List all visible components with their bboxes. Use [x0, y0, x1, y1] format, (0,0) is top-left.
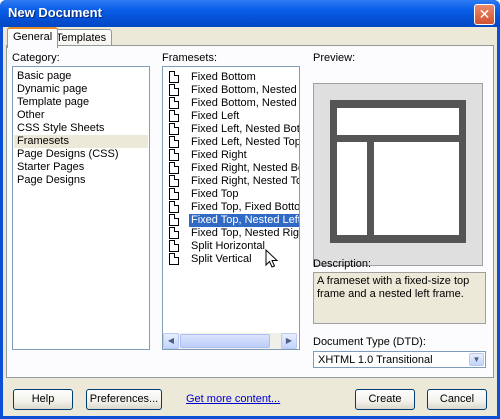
document-icon [169, 136, 179, 148]
framesets-listbox[interactable]: Fixed Bottom Fixed Bottom, Nested Left F… [162, 66, 300, 350]
description-label: Description: [313, 258, 372, 270]
category-item[interactable]: Starter Pages [17, 161, 84, 174]
general-tab-panel: Category: Basic page Dynamic page Templa… [6, 45, 494, 378]
category-item[interactable]: Page Designs (CSS) [17, 148, 119, 161]
frameset-item-label: Fixed Top, Nested Left [189, 214, 299, 227]
tab-general-label: General [13, 31, 53, 43]
document-icon [169, 201, 179, 213]
frameset-item[interactable]: Fixed Top, Fixed Bottom [165, 201, 300, 214]
frameset-item-label: Fixed Left [191, 110, 240, 122]
get-more-content-link[interactable]: Get more content... [186, 393, 280, 405]
frameset-item-label: Fixed Right [191, 149, 247, 161]
frameset-item-label: Fixed Left, Nested Bottom [191, 123, 300, 135]
frameset-item-label: Fixed Right, Nested Bottom [191, 162, 299, 174]
document-icon [169, 175, 179, 187]
category-item[interactable]: Template page [17, 96, 89, 109]
frameset-item-label: Fixed Bottom, Nested Left [191, 84, 299, 96]
frameset-item-label: Split Vertical [191, 253, 252, 265]
preview-left-frame [337, 142, 367, 235]
dialog-client-area: General Templates Category: Basic page D… [3, 27, 497, 416]
frameset-item-selected[interactable]: Fixed Top, Nested Left [165, 214, 299, 227]
category-item[interactable]: Basic page [17, 70, 71, 83]
document-icon [169, 123, 179, 135]
document-icon [169, 253, 179, 265]
preview-main-frame [374, 142, 459, 235]
frameset-item-label: Fixed Top, Fixed Bottom [191, 201, 300, 213]
frameset-item[interactable]: Fixed Bottom, Nested Right [165, 97, 299, 110]
preview-label: Preview: [313, 52, 356, 64]
frameset-preview [313, 83, 483, 266]
category-label: Category: [12, 52, 60, 64]
create-button[interactable]: Create [355, 389, 415, 410]
frameset-item[interactable]: Fixed Right, Nested Bottom [165, 162, 299, 175]
frameset-item-label: Fixed Left, Nested Top [191, 136, 300, 148]
category-item[interactable]: Dynamic page [17, 83, 87, 96]
tab-templates-label: Templates [56, 32, 107, 44]
frameset-item[interactable]: Fixed Bottom, Nested Left [165, 84, 299, 97]
frameset-item[interactable]: Fixed Right [165, 149, 297, 162]
document-icon [169, 188, 179, 200]
document-icon [169, 240, 179, 252]
help-button[interactable]: Help [13, 389, 73, 410]
frameset-item-label: Fixed Top [191, 188, 239, 200]
frameset-item-label: Fixed Top, Nested Right [191, 227, 300, 239]
frameset-item[interactable]: Fixed Right, Nested Top [165, 175, 300, 188]
document-icon [169, 71, 179, 83]
document-icon [169, 97, 179, 109]
document-icon [169, 110, 179, 122]
doctype-label: Document Type (DTD): [313, 336, 426, 348]
document-icon [169, 149, 179, 161]
frameset-item[interactable]: Fixed Bottom [165, 71, 297, 84]
frameset-item-label: Split Horizontal [191, 240, 265, 252]
framesets-horizontal-scrollbar[interactable]: ◀ ▶ [163, 333, 297, 349]
scroll-left-icon[interactable]: ◀ [163, 333, 179, 349]
tab-general[interactable]: General [7, 27, 59, 48]
category-listbox[interactable]: Basic page Dynamic page Template page Ot… [12, 66, 150, 350]
doctype-select[interactable]: XHTML 1.0 Transitional ▼ [313, 351, 486, 368]
frameset-item[interactable]: Fixed Left [165, 110, 297, 123]
cancel-button[interactable]: Cancel [427, 389, 487, 410]
chevron-down-icon[interactable]: ▼ [469, 353, 484, 366]
preview-top-frame [337, 108, 459, 135]
dialog-title: New Document [8, 5, 102, 20]
frameset-item[interactable]: Fixed Top [165, 188, 297, 201]
doctype-selected-value: XHTML 1.0 Transitional [318, 354, 433, 366]
frameset-item-label: Fixed Bottom, Nested Right [191, 97, 299, 109]
mouse-pointer-icon [265, 249, 279, 268]
scroll-right-icon[interactable]: ▶ [281, 333, 297, 349]
preview-frameset-diagram [330, 100, 466, 243]
description-text: A frameset with a fixed-size top frame a… [313, 272, 486, 324]
frameset-item[interactable]: Fixed Left, Nested Top [165, 136, 300, 149]
frameset-item[interactable]: Fixed Left, Nested Bottom [165, 123, 300, 136]
frameset-item-label: Fixed Right, Nested Top [191, 175, 300, 187]
new-document-dialog: New Document ✕ General Templates Categor… [0, 0, 500, 419]
category-item[interactable]: Page Designs [17, 174, 86, 187]
category-item-selected[interactable]: Framesets [14, 135, 148, 148]
preferences-button[interactable]: Preferences... [86, 389, 162, 410]
frameset-item-label: Fixed Bottom [191, 71, 256, 83]
document-icon [169, 84, 179, 96]
category-item[interactable]: Other [17, 109, 45, 122]
document-icon [169, 214, 179, 226]
category-item[interactable]: CSS Style Sheets [17, 122, 104, 135]
document-icon [169, 162, 179, 174]
frameset-item[interactable]: Fixed Top, Nested Right [165, 227, 300, 240]
scrollbar-thumb[interactable] [180, 334, 270, 348]
close-button[interactable]: ✕ [474, 4, 495, 25]
title-bar[interactable]: New Document ✕ [0, 0, 500, 27]
document-icon [169, 227, 179, 239]
framesets-label: Framesets: [162, 52, 218, 64]
